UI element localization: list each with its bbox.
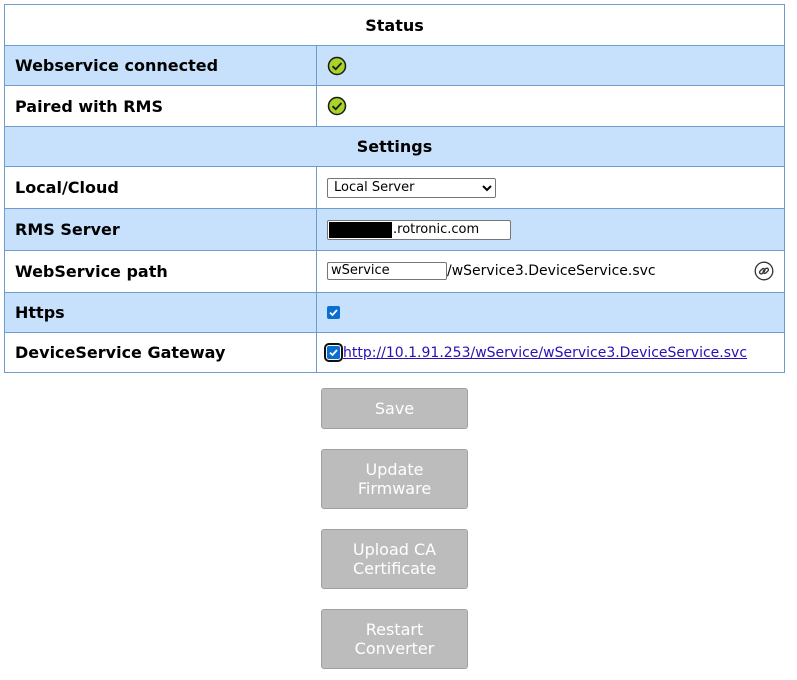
local-cloud-row: Local/Cloud Local Server — [4, 166, 785, 209]
webservice-path-suffix: /wService3.DeviceService.svc — [447, 262, 656, 279]
update-firmware-button[interactable]: Update Firmware — [321, 449, 468, 509]
gateway-checkbox[interactable] — [324, 343, 343, 362]
gateway-row: DeviceService Gateway http://10.1.91.253… — [4, 332, 785, 373]
check-circle-icon — [327, 56, 347, 76]
webservice-connected-row: Webservice connected — [4, 45, 785, 86]
link-icon[interactable] — [754, 261, 774, 281]
rms-server-label: RMS Server — [4, 208, 317, 251]
settings-title: Settings — [4, 126, 785, 167]
https-row: Https — [4, 292, 785, 333]
rms-server-row: RMS Server .rotronic.com — [4, 208, 785, 251]
webservice-path-container: /wService3.DeviceService.svc — [317, 252, 784, 292]
status-title: Status — [4, 4, 785, 46]
upload-ca-certificate-button[interactable]: Upload CA Certificate — [321, 529, 468, 589]
local-cloud-select[interactable]: Local Server — [327, 177, 496, 198]
local-cloud-label: Local/Cloud — [4, 166, 317, 209]
save-button[interactable]: Save — [321, 388, 468, 429]
paired-rms-row: Paired with RMS — [4, 85, 785, 127]
webservice-path-label: WebService path — [4, 250, 317, 293]
webservice-path-row: WebService path /wService3.DeviceService… — [4, 250, 785, 293]
gateway-link[interactable]: http://10.1.91.253/wService/wService3.De… — [343, 345, 747, 361]
rms-server-suffix: .rotronic.com — [393, 221, 480, 237]
check-circle-icon — [327, 96, 347, 116]
webservice-connected-label: Webservice connected — [4, 45, 317, 86]
redacted-block — [329, 221, 392, 238]
https-label: Https — [4, 292, 317, 333]
gateway-label: DeviceService Gateway — [4, 332, 317, 373]
status-header-row: Status — [4, 4, 785, 46]
rms-server-input[interactable]: .rotronic.com — [327, 219, 511, 240]
settings-header-row: Settings — [4, 126, 785, 167]
status-settings-table: Status Webservice connected Paired with … — [4, 4, 785, 373]
https-checkbox[interactable] — [327, 306, 340, 319]
paired-rms-label: Paired with RMS — [4, 85, 317, 127]
webservice-path-input[interactable] — [327, 261, 447, 280]
restart-converter-button[interactable]: Restart Converter — [321, 609, 468, 669]
